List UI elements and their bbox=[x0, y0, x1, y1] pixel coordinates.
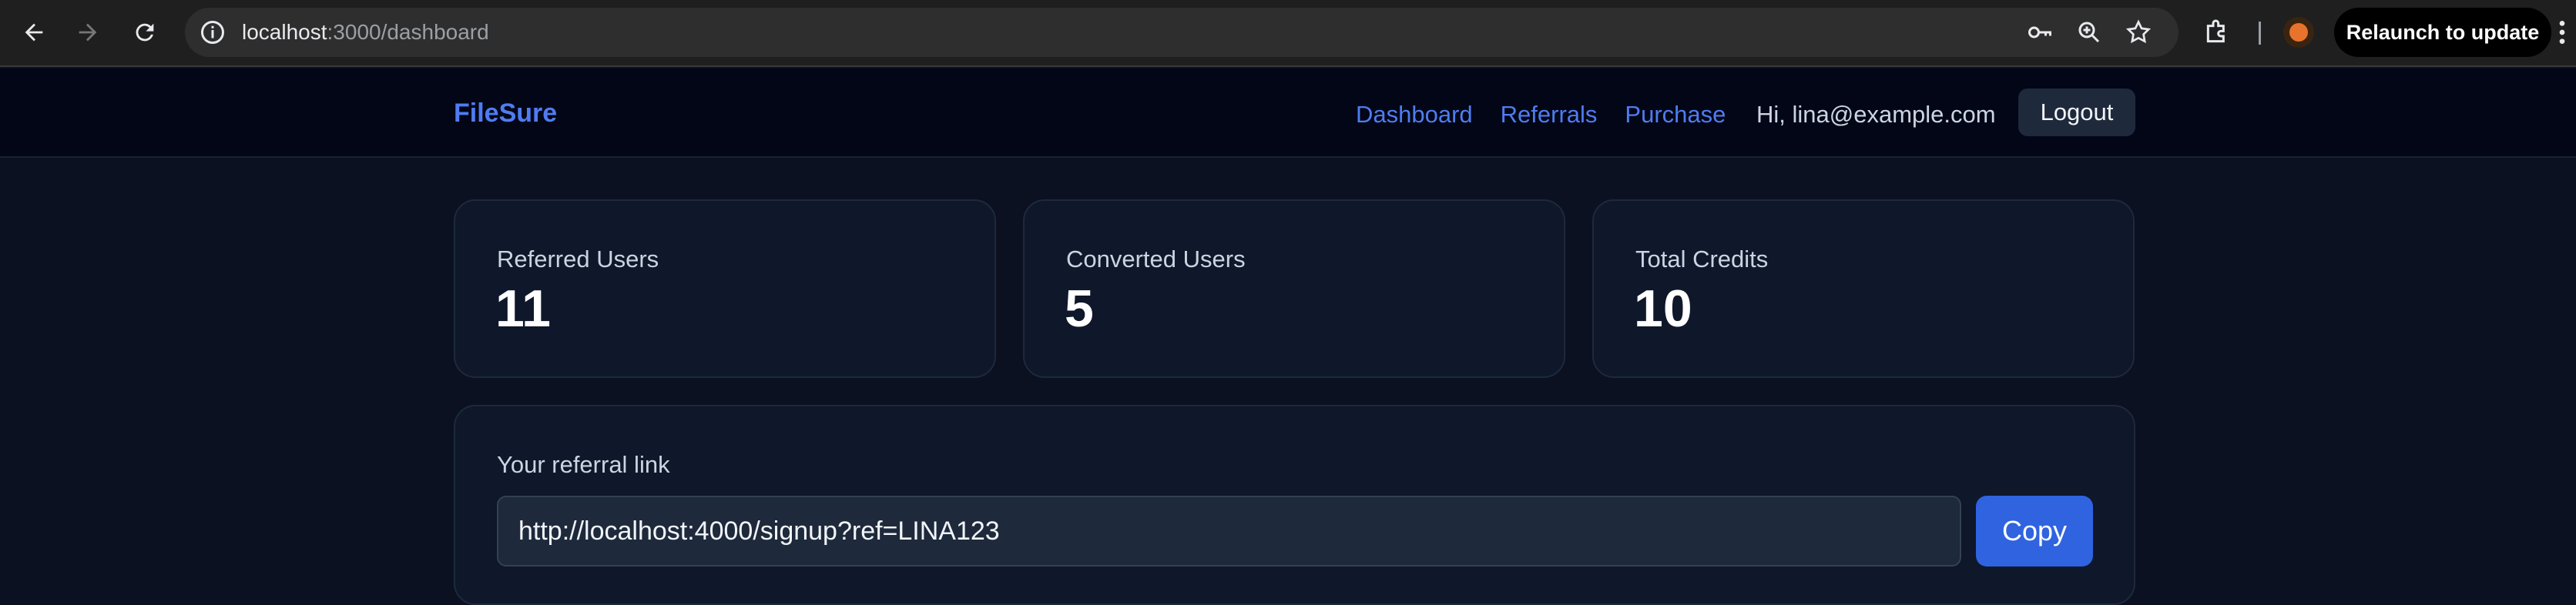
logout-button[interactable]: Logout bbox=[2018, 89, 2135, 136]
address-bar[interactable]: localhost:3000/dashboard bbox=[185, 8, 2179, 57]
toolbar-divider bbox=[2259, 22, 2261, 45]
zoom-icon[interactable] bbox=[2075, 18, 2103, 46]
copy-button[interactable]: Copy bbox=[1976, 496, 2093, 567]
stat-card-total-credits: Total Credits 10 bbox=[1592, 199, 2135, 378]
site-info-icon[interactable] bbox=[199, 18, 226, 46]
arrow-left-icon bbox=[25, 23, 43, 42]
nav-referrals-link[interactable]: Referrals bbox=[1501, 99, 1598, 130]
referral-link-card: Your referral link Copy bbox=[454, 405, 2135, 605]
stat-label: Converted Users bbox=[1066, 246, 1246, 272]
reload-icon bbox=[136, 23, 154, 42]
stat-value: 11 bbox=[495, 279, 551, 338]
stat-card-referred-users: Referred Users 11 bbox=[454, 199, 996, 378]
referral-link-label: Your referral link bbox=[497, 451, 670, 478]
stat-label: Total Credits bbox=[1635, 246, 1769, 272]
main-nav: Dashboard Referrals Purchase bbox=[1356, 99, 1726, 130]
stat-value: 10 bbox=[1634, 279, 1692, 338]
forward-button[interactable] bbox=[71, 15, 105, 49]
url-text[interactable]: localhost:3000/dashboard bbox=[242, 19, 489, 45]
stat-card-converted-users: Converted Users 5 bbox=[1023, 199, 1565, 378]
profile-avatar[interactable] bbox=[2283, 17, 2314, 48]
extensions-icon[interactable] bbox=[2202, 17, 2232, 48]
more-menu-icon[interactable] bbox=[2554, 17, 2570, 48]
app-header: FileSure Dashboard Referrals Purchase Hi… bbox=[0, 69, 2576, 158]
star-icon[interactable] bbox=[2125, 18, 2152, 46]
reload-button[interactable] bbox=[128, 15, 162, 49]
browser-toolbar: localhost:3000/dashboard Relaunch to upd… bbox=[0, 0, 2576, 67]
brand-logo[interactable]: FileSure bbox=[454, 96, 557, 130]
arrow-right-icon bbox=[79, 23, 97, 42]
stat-value: 5 bbox=[1065, 279, 1094, 338]
url-host: localhost bbox=[242, 20, 327, 44]
relaunch-button[interactable]: Relaunch to update bbox=[2334, 8, 2551, 57]
back-button[interactable] bbox=[17, 15, 51, 49]
user-greeting: Hi, lina@example.com bbox=[1756, 101, 1996, 128]
nav-dashboard-link[interactable]: Dashboard bbox=[1356, 99, 1473, 130]
nav-purchase-link[interactable]: Purchase bbox=[1625, 99, 1726, 130]
url-path: :3000/dashboard bbox=[327, 20, 489, 44]
referral-link-input[interactable] bbox=[497, 496, 1961, 567]
stat-label: Referred Users bbox=[497, 246, 659, 272]
key-icon[interactable] bbox=[2026, 18, 2054, 46]
